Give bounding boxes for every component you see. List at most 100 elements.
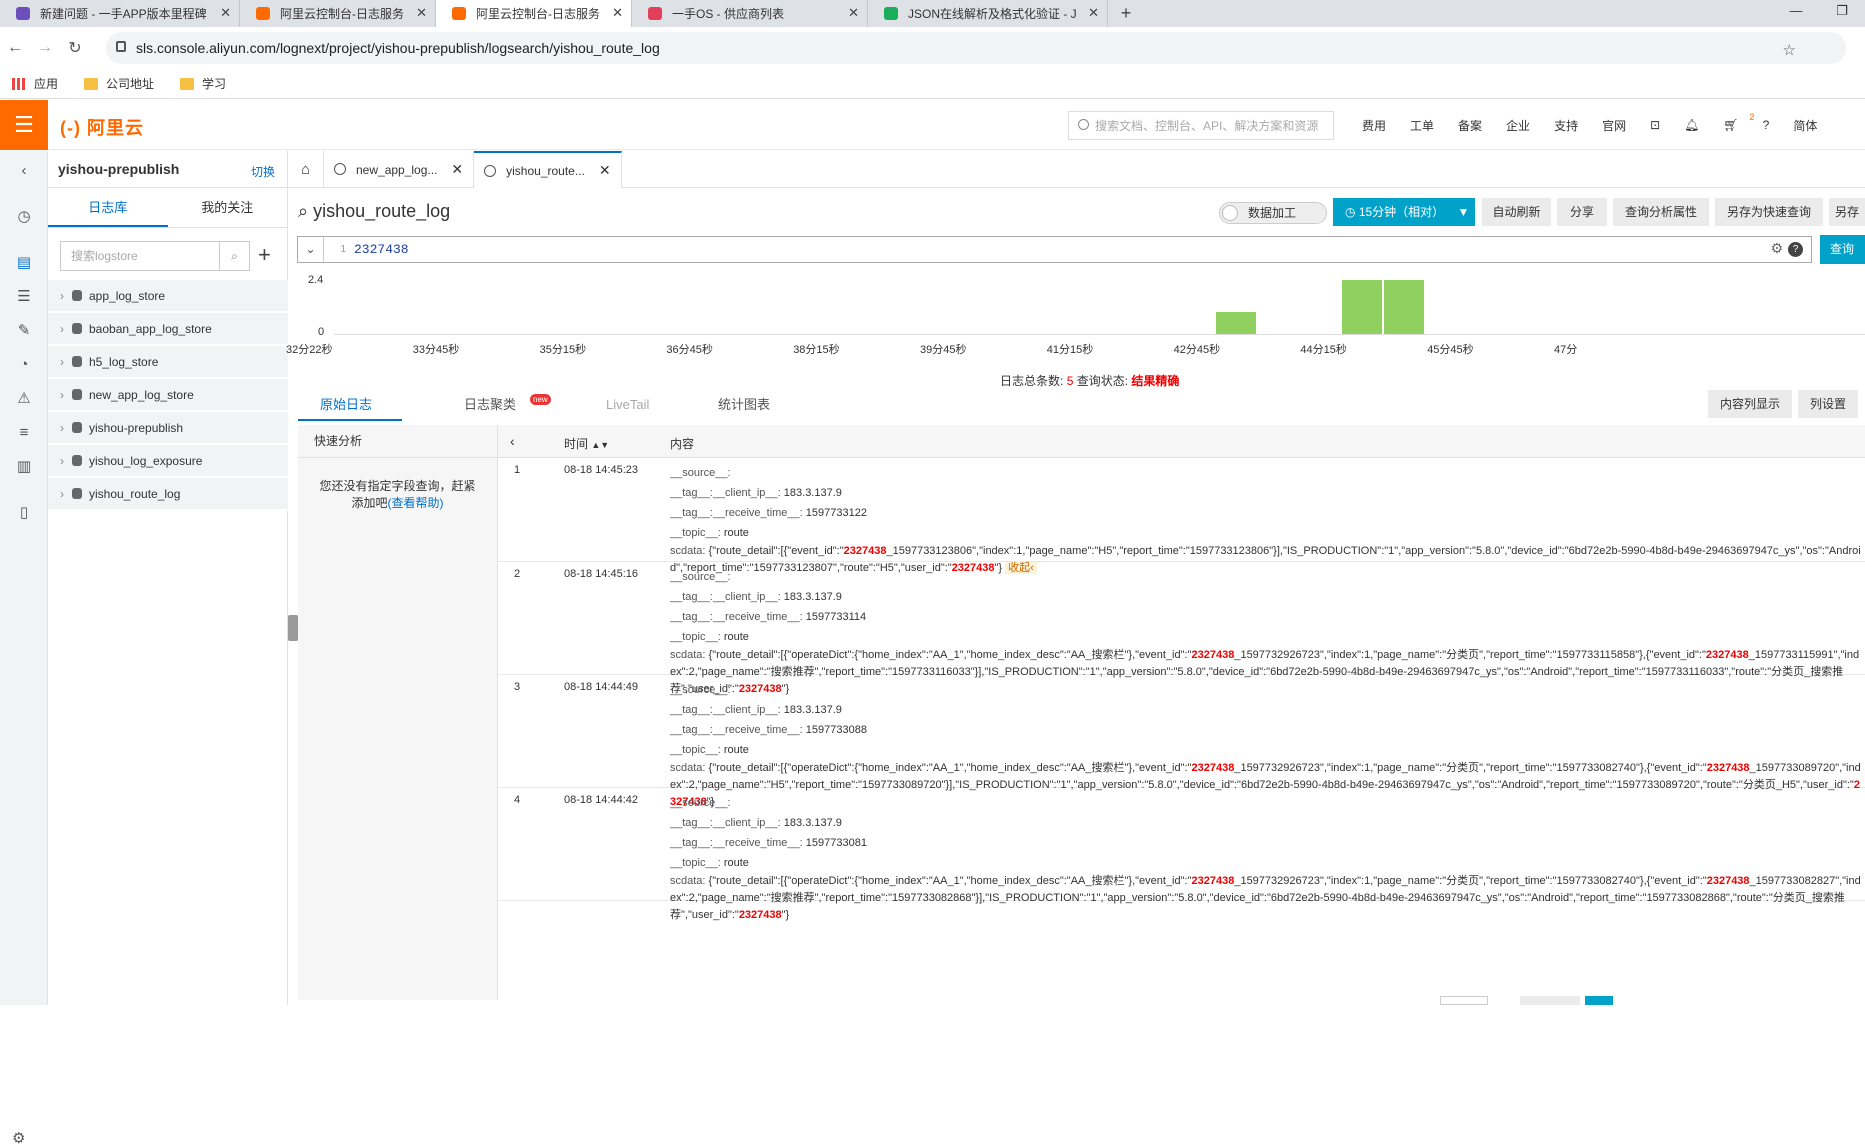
browser-tab[interactable]: 一手OS - 供应商列表 ✕ <box>632 0 868 27</box>
menu-icon[interactable]: ☰ <box>0 100 48 150</box>
forward-icon[interactable]: → <box>30 39 60 57</box>
home-tab-icon[interactable]: ⌂ <box>288 151 324 188</box>
gear-icon[interactable]: ⚙ <box>12 1129 25 1147</box>
close-icon[interactable]: ✕ <box>599 162 611 179</box>
field-topic[interactable]: __topic__: route <box>670 523 1865 543</box>
close-icon[interactable]: ✕ <box>416 5 427 21</box>
help-link[interactable]: (查看帮助) <box>388 496 444 510</box>
field-source[interactable]: __source__: <box>670 793 1865 813</box>
logstore-item[interactable]: › app_log_store <box>48 280 288 313</box>
nav-fees[interactable]: 费用 <box>1362 117 1386 134</box>
column-settings-button[interactable]: 列设置 <box>1798 390 1858 418</box>
close-icon[interactable]: ✕ <box>848 5 859 21</box>
nav-icp[interactable]: 备案 <box>1458 117 1482 134</box>
page-size-select[interactable] <box>1440 996 1488 1005</box>
maximize-icon[interactable]: ❐ <box>1819 0 1865 22</box>
caret-right-icon[interactable]: › <box>60 421 64 435</box>
list-icon[interactable]: ≡ <box>14 423 34 443</box>
close-icon[interactable]: ✕ <box>1088 5 1099 21</box>
clock-icon[interactable]: ◷ <box>14 207 34 227</box>
server-icon[interactable]: ☰ <box>14 287 34 307</box>
browser-tab[interactable]: 新建问题 - 一手APP版本里程碑 ✕ <box>0 0 240 27</box>
logstore-item[interactable]: › yishou-prepublish <box>48 412 288 445</box>
aliyun-logo[interactable]: (-) 阿里云 <box>60 114 144 140</box>
new-tab-button[interactable]: + <box>1108 0 1144 27</box>
collapse-arrow-icon[interactable]: ‹ <box>14 161 34 181</box>
collapse-arrow-icon[interactable]: ‹ <box>510 433 515 449</box>
tab-charts[interactable]: 统计图表 <box>718 393 770 421</box>
field-topic[interactable]: __topic__: route <box>670 627 1865 647</box>
field-client-ip[interactable]: __tag__:__client_ip__: 183.3.137.9 <box>670 587 1865 607</box>
close-icon[interactable]: ✕ <box>612 5 623 21</box>
field-receive-time[interactable]: __tag__:__receive_time__: 1597733081 <box>670 833 1865 853</box>
tab-yishou-route[interactable]: yishou_route... ✕ <box>474 151 622 188</box>
help-icon[interactable]: ? <box>1763 118 1770 132</box>
close-icon[interactable]: ✕ <box>220 5 231 21</box>
field-receive-time[interactable]: __tag__:__receive_time__: 1597733122 <box>670 503 1865 523</box>
reload-icon[interactable]: ↻ <box>60 38 90 58</box>
caret-right-icon[interactable]: › <box>60 289 64 303</box>
field-client-ip[interactable]: __tag__:__client_ip__: 183.3.137.9 <box>670 813 1865 833</box>
browser-tab[interactable]: 阿里云控制台-日志服务 ✕ <box>436 0 632 27</box>
field-receive-time[interactable]: __tag__:__receive_time__: 1597733088 <box>670 720 1865 740</box>
panel-resize-handle[interactable] <box>288 615 298 641</box>
doc-icon[interactable]: ▯ <box>14 503 34 523</box>
bell-icon[interactable]: 🔔︎ <box>1684 118 1699 132</box>
caret-right-icon[interactable]: › <box>60 487 64 501</box>
field-source[interactable]: __source__: <box>670 567 1865 587</box>
switch-project-link[interactable]: 切换 <box>251 163 275 180</box>
sort-icon[interactable]: ▲▼ <box>591 440 609 450</box>
highlight-match[interactable]: 2327438 <box>1192 875 1235 887</box>
highlight-match[interactable]: 2327438 <box>1707 875 1750 887</box>
lang-switch[interactable]: 简体 <box>1793 117 1817 134</box>
search-icon[interactable]: ⌕ <box>219 242 249 270</box>
field-topic[interactable]: __topic__: route <box>670 740 1865 760</box>
content-column-button[interactable]: 内容列显示 <box>1708 390 1792 418</box>
nav-official[interactable]: 官网 <box>1602 117 1626 134</box>
field-source[interactable]: __source__: <box>670 463 1865 483</box>
url-input[interactable]: sls.console.aliyun.com/lognext/project/y… <box>106 32 1846 64</box>
browser-tab[interactable]: 阿里云控制台-日志服务 ✕ <box>240 0 436 27</box>
logstore-item[interactable]: › yishou_log_exposure <box>48 445 288 478</box>
data-transform-toggle[interactable]: 数据加工 <box>1219 202 1327 224</box>
field-client-ip[interactable]: __tag__:__client_ip__: 183.3.137.9 <box>670 700 1865 720</box>
logstore-item[interactable]: › yishou_route_log <box>48 478 288 511</box>
highlight-match[interactable]: 2327438 <box>1706 649 1749 661</box>
share-button[interactable]: 分享 <box>1557 198 1607 226</box>
time-range-button[interactable]: ◷ 15分钟（相对） ▼ <box>1333 198 1475 226</box>
save-as-button[interactable]: 另存为 <box>1829 198 1865 226</box>
highlight-match[interactable]: 2327438 <box>1707 762 1750 774</box>
highlight-match[interactable]: 2327438 <box>844 545 887 557</box>
tab-log-cluster[interactable]: 日志聚类 <box>464 393 516 421</box>
histogram-bar[interactable] <box>1216 311 1256 334</box>
browser-tab[interactable]: JSON在线解析及格式化验证 - JS ✕ <box>868 0 1108 27</box>
search-button[interactable]: 查询 <box>1820 235 1865 264</box>
field-client-ip[interactable]: __tag__:__client_ip__: 183.3.137.9 <box>670 483 1865 503</box>
auto-refresh-button[interactable]: 自动刷新 <box>1482 198 1551 226</box>
logstore-item[interactable]: › baoban_app_log_store <box>48 313 288 346</box>
field-scdata[interactable]: scdata: {"route_detail":[{"operateDict":… <box>670 873 1865 924</box>
highlight-match[interactable]: 2327438 <box>1192 762 1235 774</box>
caret-right-icon[interactable]: › <box>60 322 64 336</box>
field-source[interactable]: __source__: <box>670 680 1865 700</box>
cart-icon[interactable]: 🛒︎ 2 <box>1723 112 1754 132</box>
chevron-down-icon[interactable]: ⌄ <box>298 237 324 262</box>
pie-icon[interactable]: ◔ <box>14 355 34 375</box>
highlight-match[interactable]: 2327438 <box>739 909 782 921</box>
star-icon[interactable]: ☆ <box>1783 41 1796 59</box>
caret-right-icon[interactable]: › <box>60 355 64 369</box>
logstore-item[interactable]: › new_app_log_store <box>48 379 288 412</box>
alarm-icon[interactable]: ⚠ <box>14 389 34 409</box>
tab-new-app-log[interactable]: new_app_log... ✕ <box>324 151 475 188</box>
minimize-icon[interactable]: — <box>1773 0 1819 22</box>
bookmark-company[interactable]: 公司地址 <box>84 75 154 92</box>
nav-tickets[interactable]: 工单 <box>1410 117 1434 134</box>
close-icon[interactable]: ✕ <box>451 161 463 178</box>
query-editor[interactable]: ⌄ 1 2327438 ⚙ ? <box>297 236 1812 263</box>
histogram-bar[interactable] <box>1342 280 1382 334</box>
back-icon[interactable]: ← <box>0 39 30 57</box>
col-time[interactable]: 时间 ▲▼ <box>564 435 609 452</box>
tab-livetail[interactable]: LiveTail <box>606 393 649 421</box>
prev-page-button[interactable] <box>1520 996 1580 1005</box>
tab-favorites[interactable]: 我的关注 <box>168 188 288 227</box>
